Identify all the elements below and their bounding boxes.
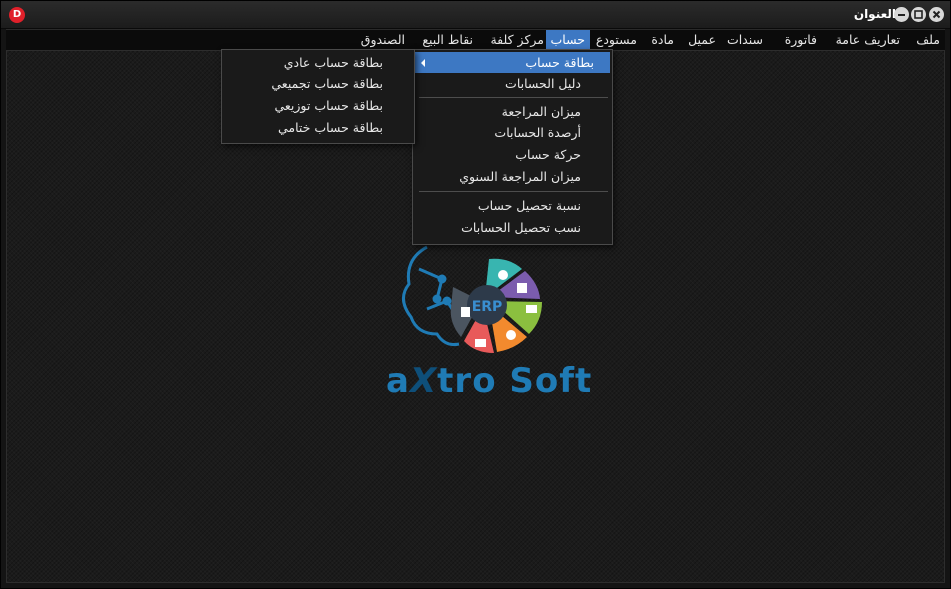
bar-chart-icon — [461, 307, 470, 317]
menu-item-chart-of-accounts-label: دليل الحسابات — [505, 76, 581, 91]
menu-warehouse[interactable]: مستودع — [591, 30, 642, 50]
grid-icon — [517, 283, 527, 293]
close-icon — [932, 10, 941, 19]
menu-item-account-collection-ratio[interactable]: نسبة تحصيل حساب — [415, 195, 610, 216]
brand-a: a — [386, 361, 410, 401]
menu-item-accounts-collection-ratios-label: نسب تحصيل الحسابات — [461, 220, 581, 235]
menu-item-account-collection-ratio-label: نسبة تحصيل حساب — [477, 198, 581, 213]
erp-logo: ERP — [402, 245, 542, 353]
line-chart-icon — [475, 339, 486, 347]
menu-item-annual-trial-balance[interactable]: ميزان المراجعة السنوي — [415, 166, 610, 187]
menu-customer[interactable]: عميل — [683, 30, 721, 50]
submenu-item-aggregate-account-label: بطاقة حساب تجميعي — [271, 76, 383, 91]
submenu-item-closing-account-label: بطاقة حساب ختامي — [277, 120, 383, 135]
gears-icon — [506, 330, 516, 340]
menu-item-account-card-label: بطاقة حساب — [525, 55, 594, 70]
brand-rest: tro Soft — [437, 361, 593, 401]
menu-item-account-movement[interactable]: حركة حساب — [415, 144, 610, 165]
menu-material[interactable]: مادة — [646, 30, 679, 50]
menu-item-trial-balance-label: ميزان المراجعة — [501, 104, 581, 119]
menu-item-account-balances-label: أرصدة الحسابات — [494, 125, 581, 140]
account-card-submenu: بطاقة حساب عادي بطاقة حساب تجميعي بطاقة … — [221, 49, 415, 144]
menu-item-accounts-collection-ratios[interactable]: نسب تحصيل الحسابات — [415, 217, 610, 238]
menu-item-annual-trial-balance-label: ميزان المراجعة السنوي — [459, 169, 581, 184]
close-button[interactable] — [929, 7, 944, 22]
pie-chart-icon — [498, 270, 508, 280]
menu-point-of-sale[interactable]: نقاط البيع — [417, 30, 478, 50]
brand-logo-text: aXtro Soft — [386, 361, 592, 401]
menu-bar: ملف تعاريف عامة فاتورة سندات عميل مادة م… — [6, 29, 945, 50]
mail-icon — [526, 305, 537, 313]
submenu-item-regular-account[interactable]: بطاقة حساب عادي — [224, 52, 412, 73]
account-dropdown-menu: بطاقة حساب دليل الحسابات ميزان المراجعة … — [412, 49, 613, 245]
submenu-item-closing-account[interactable]: بطاقة حساب ختامي — [224, 117, 412, 138]
menu-account[interactable]: حساب — [545, 30, 590, 50]
minimize-button[interactable] — [894, 7, 909, 22]
menu-cash-box[interactable]: الصندوق — [356, 30, 410, 50]
menu-item-trial-balance[interactable]: ميزان المراجعة — [415, 101, 610, 122]
menu-cost-center[interactable]: مركز كلفة — [485, 30, 549, 50]
menu-general-definitions[interactable]: تعاريف عامة — [831, 30, 905, 50]
menu-item-account-balances[interactable]: أرصدة الحسابات — [415, 122, 610, 143]
submenu-item-regular-account-label: بطاقة حساب عادي — [283, 55, 383, 70]
maximize-icon — [914, 10, 923, 19]
erp-center-text: ERP — [472, 299, 503, 315]
brand-x: X — [409, 361, 438, 401]
menu-item-account-card[interactable]: بطاقة حساب — [415, 52, 610, 73]
title-bar[interactable]: D العنوان — [1, 1, 950, 29]
app-window: D العنوان ملف تعاريف عامة فاتورة سندات ع… — [0, 0, 951, 589]
app-logo-icon[interactable]: D — [9, 7, 25, 23]
submenu-arrow-icon — [421, 59, 425, 67]
menu-separator — [419, 191, 608, 192]
submenu-item-aggregate-account[interactable]: بطاقة حساب تجميعي — [224, 73, 412, 94]
submenu-item-distribution-account-label: بطاقة حساب توزيعي — [274, 98, 383, 113]
submenu-item-distribution-account[interactable]: بطاقة حساب توزيعي — [224, 95, 412, 116]
window-title: العنوان — [853, 7, 896, 21]
menu-separator — [419, 97, 608, 98]
maximize-button[interactable] — [911, 7, 926, 22]
menu-invoice[interactable]: فاتورة — [780, 30, 822, 50]
menu-vouchers[interactable]: سندات — [722, 30, 768, 50]
minimize-icon — [898, 14, 905, 16]
brain-outline-icon — [402, 245, 460, 346]
menu-item-chart-of-accounts[interactable]: دليل الحسابات — [415, 73, 610, 94]
menu-item-account-movement-label: حركة حساب — [515, 147, 581, 162]
menu-file[interactable]: ملف — [911, 30, 945, 50]
